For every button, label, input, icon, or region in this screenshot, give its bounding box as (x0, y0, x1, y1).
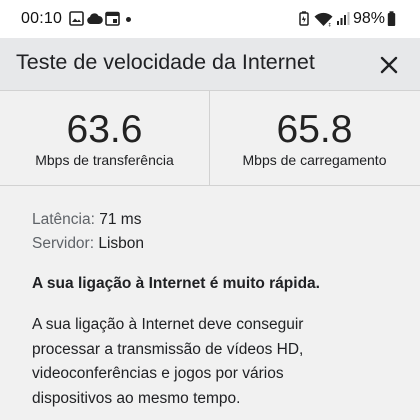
latency-value: 71 ms (99, 211, 142, 228)
download-label: Mbps de transferência (35, 152, 174, 168)
status-bar: 00:10 ↕ 98% (0, 0, 420, 38)
server-value: Lisbon (98, 235, 145, 252)
server-row: Servidor: Lisbon (32, 232, 402, 256)
close-button[interactable] (374, 50, 404, 80)
upload-metric: 65.8 Mbps de carregamento (210, 91, 419, 185)
battery-saver-icon (299, 11, 309, 31)
speed-summary: A sua ligação à Internet é muito rápida. (32, 275, 320, 292)
connection-details: Latência: 71 ms Servidor: Lisbon (32, 208, 402, 256)
upload-value: 65.8 (276, 108, 353, 151)
image-icon (69, 11, 84, 31)
wifi-icon: ↕ (314, 12, 333, 32)
calendar-icon (105, 11, 120, 31)
server-label: Servidor: (32, 235, 95, 252)
speed-description: A sua ligação à Internet deve conseguir … (32, 316, 304, 407)
battery-icon (387, 11, 396, 32)
notification-dot-icon (126, 17, 131, 22)
download-metric: 63.6 Mbps de transferência (0, 91, 209, 185)
signal-icon (336, 11, 350, 31)
speed-metrics: 63.6 Mbps de transferência 65.8 Mbps de … (0, 91, 420, 186)
latency-label: Latência: (32, 211, 95, 228)
latency-row: Latência: 71 ms (32, 208, 402, 232)
page-title: Teste de velocidade da Internet (16, 50, 315, 74)
download-value: 63.6 (66, 108, 143, 151)
svg-text:↕: ↕ (328, 23, 332, 28)
status-time: 00:10 (21, 10, 63, 27)
battery-percentage: 98% (353, 10, 386, 27)
app-header: Teste de velocidade da Internet (0, 38, 420, 91)
close-icon (380, 56, 398, 74)
upload-label: Mbps de carregamento (242, 152, 387, 168)
cloud-icon (86, 12, 103, 30)
